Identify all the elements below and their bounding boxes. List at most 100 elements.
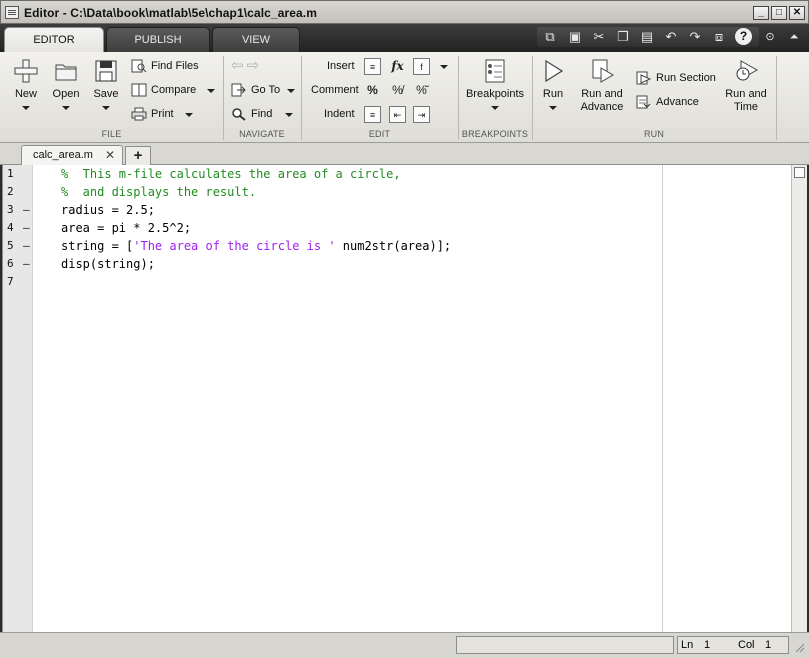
find-label: Find: [251, 108, 273, 120]
resize-grip-icon[interactable]: [793, 641, 805, 653]
print-dropdown-caret: [184, 113, 193, 117]
line-number: 1: [7, 167, 14, 180]
line-number: 7: [7, 275, 14, 288]
wrap-comments-icon[interactable]: %͂: [413, 82, 430, 99]
breakpoints-button[interactable]: Breakpoints: [462, 58, 528, 114]
run-section-button[interactable]: Run Section: [636, 69, 716, 87]
tab-publish[interactable]: PUBLISH: [106, 27, 210, 52]
close-button[interactable]: ✕: [789, 6, 805, 20]
code-editor[interactable]: 1 2 3– 4– 5– 6– 7 % This m-file calculat…: [2, 165, 791, 632]
col-value: 1: [765, 639, 772, 651]
run-and-time-icon: [736, 60, 759, 81]
tab-editor[interactable]: EDITOR: [4, 27, 104, 52]
breakpoints-icon: [485, 59, 505, 83]
plus-icon: [14, 59, 38, 83]
find-button[interactable]: Find: [231, 105, 294, 123]
open-dropdown-caret: [62, 106, 70, 110]
undock-icon[interactable]: ⧉: [541, 28, 559, 46]
insert-function-icon[interactable]: fx: [389, 58, 406, 75]
minimize-button[interactable]: _: [753, 6, 769, 20]
run-and-advance-icon: [592, 59, 614, 83]
document-tabbar: calc_area.m ✕ +: [0, 143, 809, 165]
comment-label: Comment: [311, 84, 359, 96]
doc-tab-calc-area[interactable]: calc_area.m ✕: [21, 145, 123, 165]
save-quick-icon[interactable]: ▣: [566, 28, 584, 46]
vertical-scrollbar[interactable]: [791, 165, 807, 632]
run-and-advance-label-1: Run and: [581, 88, 623, 100]
breakpoint-marker[interactable]: –: [23, 219, 30, 237]
breakpoint-marker[interactable]: –: [23, 201, 30, 219]
run-and-advance-button[interactable]: Run and Advance: [574, 58, 630, 114]
code-line-comment[interactable]: % This m-file calculates the area of a c…: [61, 165, 401, 183]
forward-arrow-icon[interactable]: ⇨: [247, 57, 260, 74]
run-button[interactable]: Run: [536, 58, 570, 114]
line-number-gutter[interactable]: 1 2 3– 4– 5– 6– 7: [3, 165, 33, 632]
compare-icon: [131, 83, 147, 97]
open-button[interactable]: Open: [48, 58, 84, 114]
group-separator: [301, 56, 302, 140]
print-button[interactable]: Print: [131, 105, 193, 123]
run-and-advance-label-2: Advance: [580, 101, 624, 113]
ln-value: 1: [704, 639, 711, 651]
go-to-label: Go To: [251, 84, 281, 96]
code-line-comment[interactable]: % and displays the result.: [61, 183, 256, 201]
run-group-label: RUN: [643, 129, 665, 139]
code-line[interactable]: string = ['The area of the circle is ' n…: [61, 237, 451, 255]
insert-fx-doc-icon[interactable]: f: [413, 58, 430, 75]
close-tab-icon[interactable]: ✕: [105, 146, 115, 164]
string-literal: 'The area of the circle is ': [133, 239, 336, 253]
indent-label: Indent: [324, 108, 355, 120]
run-and-time-label-1: Run and: [725, 88, 767, 100]
run-and-time-label-2: Time: [733, 101, 759, 113]
code-line[interactable]: area = pi * 2.5^2;: [61, 219, 191, 237]
go-to-icon: [231, 83, 246, 97]
tab-view[interactable]: VIEW: [212, 27, 300, 52]
run-dropdown-caret: [549, 106, 557, 110]
smart-indent-icon[interactable]: ≡: [364, 106, 381, 123]
scrollbar-thumb[interactable]: [794, 167, 805, 178]
new-dropdown-caret: [22, 106, 30, 110]
increase-indent-icon[interactable]: ⇥: [413, 106, 430, 123]
insert-dropdown-caret[interactable]: [440, 65, 448, 69]
paste-icon[interactable]: ▤: [638, 28, 656, 46]
save-button[interactable]: Save: [88, 58, 124, 114]
run-play-icon: [545, 59, 564, 83]
find-files-button[interactable]: Find Files: [131, 57, 199, 75]
breakpoint-marker[interactable]: –: [23, 237, 30, 255]
help-icon[interactable]: ?: [735, 28, 752, 45]
options-dropdown-icon[interactable]: ⊙: [761, 28, 779, 46]
go-to-dropdown-caret: [287, 89, 296, 93]
code-line[interactable]: radius = 2.5;: [61, 201, 155, 219]
new-tab-button[interactable]: +: [125, 146, 151, 165]
back-arrow-icon[interactable]: ⇦: [231, 57, 244, 74]
advance-button[interactable]: Advance: [636, 93, 699, 111]
go-to-button[interactable]: Go To: [231, 81, 296, 99]
collapse-ribbon-icon[interactable]: ⏶: [785, 28, 803, 46]
print-label: Print: [151, 108, 174, 120]
run-section-icon: [636, 71, 652, 85]
redo-icon[interactable]: ↷: [686, 28, 704, 46]
comment-percent-icon[interactable]: %: [364, 82, 381, 99]
group-separator: [458, 56, 459, 140]
breakpoint-marker[interactable]: –: [23, 255, 30, 273]
line-number: 5–: [7, 237, 31, 255]
cut-icon[interactable]: ✂: [590, 28, 608, 46]
status-bar: Ln 1 Col 1: [0, 632, 809, 658]
uncomment-icon[interactable]: %̸: [389, 82, 406, 99]
editor-app-icon: [5, 6, 19, 19]
line-number: 4–: [7, 219, 31, 237]
new-button[interactable]: New: [8, 58, 44, 114]
decrease-indent-icon[interactable]: ⇤: [389, 106, 406, 123]
switch-windows-icon[interactable]: ⧈: [710, 28, 728, 46]
undo-icon[interactable]: ↶: [662, 28, 680, 46]
open-button-label: Open: [52, 88, 80, 100]
back-forward-buttons[interactable]: ⇦ ⇨: [231, 57, 259, 75]
col-label: Col: [738, 639, 755, 651]
run-and-time-button[interactable]: Run and Time: [720, 58, 772, 114]
ribbon-panel: New Open Save Find Files Compare Print F…: [0, 52, 809, 143]
maximize-button[interactable]: □: [771, 6, 787, 20]
insert-section-icon[interactable]: ≡: [364, 58, 381, 75]
compare-button[interactable]: Compare: [131, 81, 216, 99]
copy-icon[interactable]: ❐: [614, 28, 632, 46]
code-line[interactable]: disp(string);: [61, 255, 155, 273]
